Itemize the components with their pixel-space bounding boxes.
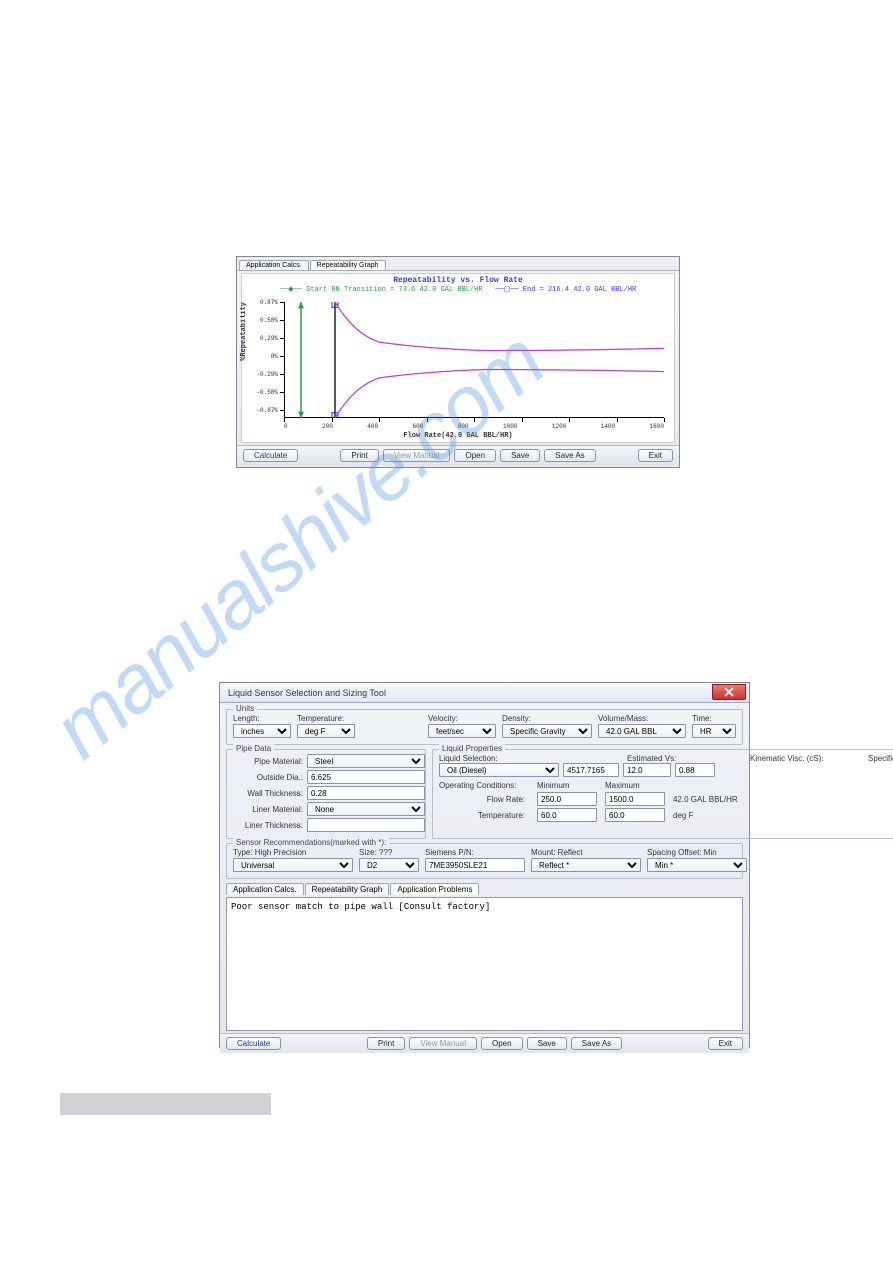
- sensor-size-select[interactable]: D2: [359, 858, 419, 872]
- op-temp-min-input[interactable]: [537, 808, 597, 822]
- tab-app-problems[interactable]: Application Problems: [390, 883, 479, 895]
- pipe-material-label: Pipe Material:: [233, 757, 307, 766]
- graph-tabs: Application Calcs. Repeatability Graph: [237, 257, 679, 271]
- sensor-group-title: Sensor Recommendations(marked with *):: [233, 838, 389, 847]
- flow-rate-max-input[interactable]: [605, 792, 665, 806]
- pipe-data-group: Pipe Data Pipe Material:Steel Outside Di…: [226, 749, 426, 839]
- y-tick-labels: 0.87%0.58%0.29%0%-0.29%-0.58%-0.87%: [244, 300, 278, 426]
- exit-button[interactable]: Exit: [638, 449, 673, 462]
- temperature-select[interactable]: deg F: [297, 724, 355, 738]
- sensor-spacing-select[interactable]: Min *: [647, 858, 747, 872]
- pipe-group-title: Pipe Data: [233, 744, 274, 753]
- liquid-selection-label: Liquid Selection:: [439, 754, 623, 763]
- sensor-type-select[interactable]: Universal: [233, 858, 353, 872]
- op-temp-label: Temperature:: [439, 811, 529, 820]
- exit-button[interactable]: Exit: [708, 1037, 743, 1050]
- sensor-pn-label: Siemens P/N:: [425, 848, 525, 857]
- dialog-button-bar: Calculate Print View Manual Open Save Sa…: [220, 1033, 749, 1053]
- sensor-pn-input[interactable]: [425, 858, 525, 872]
- tab-app-calcs[interactable]: Application Calcs.: [226, 883, 304, 895]
- save-button[interactable]: Save: [500, 449, 540, 462]
- flow-rate-unit: 42.0 GAL BBL/HR: [673, 795, 753, 804]
- x-axis-title: Flow Rate(42.0 GAL BBL/HR): [242, 432, 674, 440]
- legend-start: Start RN Transition = 73.6 42.0 GAL BBL/…: [306, 286, 482, 294]
- units-group-title: Units: [233, 704, 257, 713]
- chart-title: Repeatability vs. Flow Rate: [242, 274, 674, 285]
- save-as-button[interactable]: Save As: [544, 449, 595, 462]
- tab-application-calcs[interactable]: Application Calcs.: [239, 260, 309, 270]
- print-button[interactable]: Print: [367, 1037, 405, 1050]
- graph-button-bar: Calculate Print View Manual Open Save Sa…: [237, 445, 679, 465]
- liner-material-label: Liner Material:: [233, 805, 307, 814]
- outside-dia-label: Outside Dia.:: [233, 773, 307, 782]
- volmass-select[interactable]: 42.0 GAL BBL: [598, 724, 686, 738]
- sizing-tool-dialog: Liquid Sensor Selection and Sizing Tool …: [219, 682, 750, 1048]
- sensor-mount-label: Mount: Reflect: [531, 848, 641, 857]
- wall-thickness-label: Wall Thickness:: [233, 789, 307, 798]
- liquid-properties-group: Liquid Properties Liquid Selection: Esti…: [432, 749, 893, 839]
- time-select[interactable]: HR: [692, 724, 736, 738]
- problems-text-area: Poor sensor match to pipe wall [Consult …: [226, 897, 743, 1031]
- x-tick-labels: 02004006008001000120014001600: [284, 423, 664, 430]
- open-button[interactable]: Open: [481, 1037, 523, 1050]
- velocity-label: Velocity:: [428, 714, 496, 723]
- repeatability-graph-window: Application Calcs. Repeatability Graph R…: [236, 256, 680, 468]
- liquid-group-title: Liquid Properties: [439, 744, 505, 753]
- op-temp-unit: deg F: [673, 811, 753, 820]
- content-tabs: Application Calcs. Repeatability Graph A…: [226, 883, 743, 895]
- pipe-material-select[interactable]: Steel: [307, 754, 425, 768]
- operating-conditions-label: Operating Conditions:: [439, 781, 529, 790]
- density-label: Density:: [502, 714, 592, 723]
- wall-thickness-input[interactable]: [307, 786, 425, 800]
- chart-legend: ──◆── Start RN Transition = 73.6 42.0 GA…: [242, 285, 674, 294]
- velocity-select[interactable]: feet/sec: [428, 724, 496, 738]
- view-manual-button[interactable]: View Manual: [383, 449, 451, 462]
- length-select[interactable]: inches: [233, 724, 291, 738]
- sensor-type-label: Type: High Precision: [233, 848, 353, 857]
- tab-repeat-graph[interactable]: Repeatability Graph: [305, 883, 390, 895]
- open-button[interactable]: Open: [454, 449, 496, 462]
- legend-end: End = 216.4 42.0 GAL BBL/HR: [523, 286, 636, 294]
- dialog-title: Liquid Sensor Selection and Sizing Tool: [228, 688, 386, 698]
- liquid-selection-select[interactable]: Oil (Diesel): [439, 763, 559, 777]
- units-group: Units Length:inches Temperature:deg F Ve…: [226, 709, 743, 745]
- op-temp-max-input[interactable]: [605, 808, 665, 822]
- sensor-mount-select[interactable]: Reflect *: [531, 858, 641, 872]
- view-manual-button[interactable]: View Manual: [409, 1037, 477, 1050]
- save-button[interactable]: Save: [527, 1037, 567, 1050]
- liner-thickness-input[interactable]: [307, 818, 425, 832]
- flow-rate-min-input[interactable]: [537, 792, 597, 806]
- kin-visc-input[interactable]: [623, 763, 671, 777]
- est-vs-label: Estimated Vs:: [627, 754, 687, 763]
- min-label: Minimum: [537, 781, 597, 790]
- dialog-titlebar: Liquid Sensor Selection and Sizing Tool: [220, 683, 749, 703]
- liner-thickness-label: Liner Thickness:: [233, 821, 307, 830]
- calculate-button[interactable]: Calculate: [226, 1037, 281, 1050]
- save-as-button[interactable]: Save As: [571, 1037, 622, 1050]
- length-label: Length:: [233, 714, 291, 723]
- redacted-block: [60, 1093, 271, 1115]
- kin-visc-label: Kinematic Visc. (cS):: [750, 754, 864, 763]
- sensor-recommendations-group: Sensor Recommendations(marked with *): T…: [226, 843, 743, 879]
- temperature-label: Temperature:: [297, 714, 355, 723]
- time-label: Time:: [692, 714, 736, 723]
- sensor-spacing-label: Spacing Offset: Min: [647, 848, 747, 857]
- close-button[interactable]: [712, 684, 746, 700]
- chart-area: Repeatability vs. Flow Rate ──◆── Start …: [241, 273, 675, 443]
- density-select[interactable]: Specific Gravity: [502, 724, 592, 738]
- sensor-size-label: Size: ???: [359, 848, 419, 857]
- calculate-button[interactable]: Calculate: [243, 449, 298, 462]
- volmass-label: Volume/Mass:: [598, 714, 686, 723]
- max-label: Maximum: [605, 781, 665, 790]
- chart-curves: [284, 302, 664, 418]
- print-button[interactable]: Print: [340, 449, 378, 462]
- sg-label: Specific Gravity:: [868, 754, 893, 763]
- flow-rate-label: Flow Rate:: [439, 795, 529, 804]
- liner-material-select[interactable]: None: [307, 802, 425, 816]
- sg-input[interactable]: [675, 763, 715, 777]
- tab-repeatability-graph[interactable]: Repeatability Graph: [310, 260, 386, 270]
- outside-dia-input[interactable]: [307, 770, 425, 784]
- est-vs-input[interactable]: [563, 763, 619, 777]
